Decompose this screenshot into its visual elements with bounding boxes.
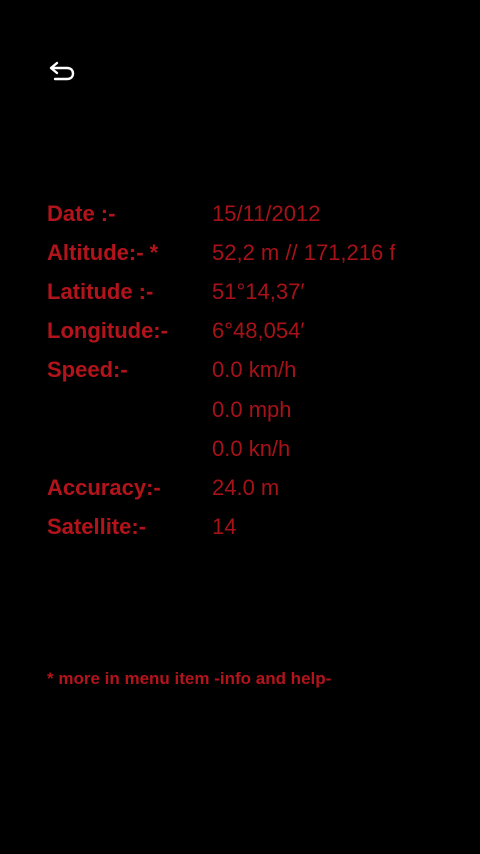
- altitude-label: Altitude:- *: [47, 239, 159, 265]
- speed-kmh-value: 0.0 km/h: [212, 357, 297, 383]
- accuracy-label: Accuracy:-: [47, 474, 161, 500]
- row-latitude: Latitude :- 51°14,37′: [47, 272, 467, 311]
- satellite-value: 14: [212, 514, 237, 540]
- latitude-label: Latitude :-: [47, 278, 154, 304]
- speed-label: Speed:-: [47, 357, 128, 383]
- row-satellite: Satellite:- 14: [47, 508, 467, 547]
- accuracy-value: 24.0 m: [212, 474, 280, 500]
- satellite-label: Satellite:-: [47, 514, 147, 540]
- longitude-label: Longitude:-: [47, 318, 168, 344]
- date-label: Date :-: [47, 200, 116, 226]
- back-arrow-icon: [48, 60, 76, 87]
- row-speed-mph: 0.0 mph: [47, 390, 467, 429]
- row-accuracy: Accuracy:- 24.0 m: [47, 468, 467, 507]
- date-value: 15/11/2012: [212, 200, 321, 226]
- gps-info-list: Date :- 15/11/2012 Altitude:- * 52,2 m /…: [47, 194, 467, 547]
- footnote-text: * more in menu item -info and help-: [47, 669, 332, 688]
- row-speed-knots: 0.0 kn/h: [47, 429, 467, 468]
- latitude-value: 51°14,37′: [212, 278, 305, 304]
- row-date: Date :- 15/11/2012: [47, 194, 467, 233]
- altitude-value: 52,2 m // 171,216 f: [212, 239, 396, 265]
- longitude-value: 6°48,054′: [212, 318, 305, 344]
- row-longitude: Longitude:- 6°48,054′: [47, 312, 467, 351]
- row-altitude: Altitude:- * 52,2 m // 171,216 f: [47, 233, 467, 272]
- speed-knots-value: 0.0 kn/h: [212, 435, 291, 461]
- speed-mph-value: 0.0 mph: [212, 396, 292, 422]
- back-button[interactable]: [46, 58, 78, 88]
- row-speed-kmh: Speed:- 0.0 km/h: [47, 351, 467, 390]
